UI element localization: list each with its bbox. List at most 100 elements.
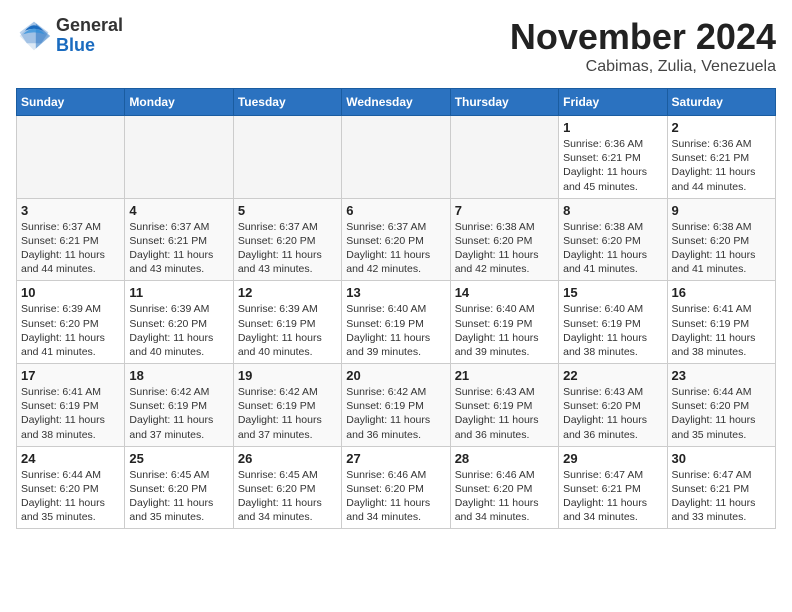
- day-number: 6: [346, 203, 445, 218]
- day-number: 18: [129, 368, 228, 383]
- day-number: 29: [563, 451, 662, 466]
- calendar-cell: 17 Sunrise: 6:41 AM Sunset: 6:19 PM Dayli…: [17, 364, 125, 447]
- calendar-cell: 3 Sunrise: 6:37 AM Sunset: 6:21 PM Daylig…: [17, 198, 125, 281]
- day-info: Sunrise: 6:44 AM Sunset: 6:20 PM Dayligh…: [21, 468, 120, 525]
- calendar-cell: 10 Sunrise: 6:39 AM Sunset: 6:20 PM Dayli…: [17, 281, 125, 364]
- day-info: Sunrise: 6:46 AM Sunset: 6:20 PM Dayligh…: [346, 468, 445, 525]
- day-info: Sunrise: 6:38 AM Sunset: 6:20 PM Dayligh…: [563, 220, 662, 277]
- calendar-cell: 12 Sunrise: 6:39 AM Sunset: 6:19 PM Dayli…: [233, 281, 341, 364]
- day-info: Sunrise: 6:36 AM Sunset: 6:21 PM Dayligh…: [563, 137, 662, 194]
- day-number: 26: [238, 451, 337, 466]
- calendar-cell: 13Sunrise: 6:40 AM Sunset: 6:19 PM Dayli…: [342, 281, 450, 364]
- calendar-cell: [17, 116, 125, 199]
- day-info: Sunrise: 6:45 AM Sunset: 6:20 PM Dayligh…: [129, 468, 228, 525]
- calendar-cell: 14 Sunrise: 6:40 AM Sunset: 6:19 PM Dayli…: [450, 281, 558, 364]
- day-number: 14: [455, 285, 554, 300]
- day-number: 2: [672, 120, 771, 135]
- calendar-cell: [342, 116, 450, 199]
- header: General Blue November 2024 Cabimas, Zuli…: [16, 16, 776, 76]
- day-info: Sunrise: 6:37 AM Sunset: 6:21 PM Dayligh…: [21, 220, 120, 277]
- day-number: 21: [455, 368, 554, 383]
- day-number: 4: [129, 203, 228, 218]
- day-number: 24: [21, 451, 120, 466]
- day-number: 3: [21, 203, 120, 218]
- calendar-cell: 30 Sunrise: 6:47 AM Sunset: 6:21 PM Dayli…: [667, 446, 775, 529]
- calendar-header-row: SundayMondayTuesdayWednesdayThursdayFrid…: [17, 89, 776, 116]
- day-number: 30: [672, 451, 771, 466]
- day-info: Sunrise: 6:40 AM Sunset: 6:19 PM Dayligh…: [455, 302, 554, 359]
- calendar-week-3: 10 Sunrise: 6:39 AM Sunset: 6:20 PM Dayli…: [17, 281, 776, 364]
- calendar-cell: 18Sunrise: 6:42 AM Sunset: 6:19 PM Dayli…: [125, 364, 233, 447]
- calendar-header-wednesday: Wednesday: [342, 89, 450, 116]
- title-area: November 2024 Cabimas, Zulia, Venezuela: [510, 16, 776, 76]
- logo-general: General: [56, 15, 123, 35]
- month-title: November 2024: [510, 16, 776, 58]
- calendar-cell: 25 Sunrise: 6:45 AM Sunset: 6:20 PM Dayli…: [125, 446, 233, 529]
- day-info: Sunrise: 6:36 AM Sunset: 6:21 PM Dayligh…: [672, 137, 771, 194]
- day-number: 5: [238, 203, 337, 218]
- day-number: 16: [672, 285, 771, 300]
- day-number: 22: [563, 368, 662, 383]
- calendar-cell: 15 Sunrise: 6:40 AM Sunset: 6:19 PM Dayli…: [559, 281, 667, 364]
- day-number: 12: [238, 285, 337, 300]
- calendar-cell: 24 Sunrise: 6:44 AM Sunset: 6:20 PM Dayli…: [17, 446, 125, 529]
- day-number: 7: [455, 203, 554, 218]
- calendar-cell: 11Sunrise: 6:39 AM Sunset: 6:20 PM Dayli…: [125, 281, 233, 364]
- calendar-cell: 8Sunrise: 6:38 AM Sunset: 6:20 PM Daylig…: [559, 198, 667, 281]
- day-info: Sunrise: 6:38 AM Sunset: 6:20 PM Dayligh…: [672, 220, 771, 277]
- day-number: 10: [21, 285, 120, 300]
- calendar-cell: 1 Sunrise: 6:36 AM Sunset: 6:21 PM Daylig…: [559, 116, 667, 199]
- calendar-cell: 28Sunrise: 6:46 AM Sunset: 6:20 PM Dayli…: [450, 446, 558, 529]
- calendar-header-thursday: Thursday: [450, 89, 558, 116]
- day-number: 27: [346, 451, 445, 466]
- calendar-header-sunday: Sunday: [17, 89, 125, 116]
- logo-icon: [16, 18, 52, 54]
- calendar-cell: 23Sunrise: 6:44 AM Sunset: 6:20 PM Dayli…: [667, 364, 775, 447]
- calendar-cell: 2 Sunrise: 6:36 AM Sunset: 6:21 PM Daylig…: [667, 116, 775, 199]
- day-info: Sunrise: 6:41 AM Sunset: 6:19 PM Dayligh…: [21, 385, 120, 442]
- day-number: 15: [563, 285, 662, 300]
- calendar-week-4: 17 Sunrise: 6:41 AM Sunset: 6:19 PM Dayli…: [17, 364, 776, 447]
- calendar-cell: [125, 116, 233, 199]
- calendar-cell: 19Sunrise: 6:42 AM Sunset: 6:19 PM Dayli…: [233, 364, 341, 447]
- day-info: Sunrise: 6:37 AM Sunset: 6:21 PM Dayligh…: [129, 220, 228, 277]
- day-info: Sunrise: 6:45 AM Sunset: 6:20 PM Dayligh…: [238, 468, 337, 525]
- day-number: 28: [455, 451, 554, 466]
- day-number: 19: [238, 368, 337, 383]
- calendar-cell: 21 Sunrise: 6:43 AM Sunset: 6:19 PM Dayli…: [450, 364, 558, 447]
- calendar-header-monday: Monday: [125, 89, 233, 116]
- calendar-cell: 26 Sunrise: 6:45 AM Sunset: 6:20 PM Dayli…: [233, 446, 341, 529]
- day-info: Sunrise: 6:44 AM Sunset: 6:20 PM Dayligh…: [672, 385, 771, 442]
- day-info: Sunrise: 6:43 AM Sunset: 6:20 PM Dayligh…: [563, 385, 662, 442]
- calendar-cell: [450, 116, 558, 199]
- day-number: 17: [21, 368, 120, 383]
- calendar-cell: 22 Sunrise: 6:43 AM Sunset: 6:20 PM Dayli…: [559, 364, 667, 447]
- day-info: Sunrise: 6:40 AM Sunset: 6:19 PM Dayligh…: [563, 302, 662, 359]
- calendar-week-5: 24 Sunrise: 6:44 AM Sunset: 6:20 PM Dayli…: [17, 446, 776, 529]
- day-number: 11: [129, 285, 228, 300]
- day-info: Sunrise: 6:39 AM Sunset: 6:19 PM Dayligh…: [238, 302, 337, 359]
- day-number: 25: [129, 451, 228, 466]
- calendar-cell: 9Sunrise: 6:38 AM Sunset: 6:20 PM Daylig…: [667, 198, 775, 281]
- calendar-header-friday: Friday: [559, 89, 667, 116]
- calendar-cell: 4 Sunrise: 6:37 AM Sunset: 6:21 PM Daylig…: [125, 198, 233, 281]
- calendar-cell: [233, 116, 341, 199]
- day-info: Sunrise: 6:38 AM Sunset: 6:20 PM Dayligh…: [455, 220, 554, 277]
- calendar-cell: 16Sunrise: 6:41 AM Sunset: 6:19 PM Dayli…: [667, 281, 775, 364]
- day-info: Sunrise: 6:47 AM Sunset: 6:21 PM Dayligh…: [672, 468, 771, 525]
- day-info: Sunrise: 6:43 AM Sunset: 6:19 PM Dayligh…: [455, 385, 554, 442]
- logo-text: General Blue: [56, 16, 123, 56]
- calendar-cell: 20Sunrise: 6:42 AM Sunset: 6:19 PM Dayli…: [342, 364, 450, 447]
- calendar-week-1: 1 Sunrise: 6:36 AM Sunset: 6:21 PM Daylig…: [17, 116, 776, 199]
- calendar-cell: 27 Sunrise: 6:46 AM Sunset: 6:20 PM Dayli…: [342, 446, 450, 529]
- calendar-cell: 29 Sunrise: 6:47 AM Sunset: 6:21 PM Dayli…: [559, 446, 667, 529]
- calendar: SundayMondayTuesdayWednesdayThursdayFrid…: [16, 88, 776, 529]
- day-info: Sunrise: 6:39 AM Sunset: 6:20 PM Dayligh…: [21, 302, 120, 359]
- location-subtitle: Cabimas, Zulia, Venezuela: [510, 58, 776, 76]
- day-number: 1: [563, 120, 662, 135]
- day-info: Sunrise: 6:47 AM Sunset: 6:21 PM Dayligh…: [563, 468, 662, 525]
- day-info: Sunrise: 6:42 AM Sunset: 6:19 PM Dayligh…: [346, 385, 445, 442]
- calendar-cell: 6Sunrise: 6:37 AM Sunset: 6:20 PM Daylig…: [342, 198, 450, 281]
- calendar-header-saturday: Saturday: [667, 89, 775, 116]
- day-number: 13: [346, 285, 445, 300]
